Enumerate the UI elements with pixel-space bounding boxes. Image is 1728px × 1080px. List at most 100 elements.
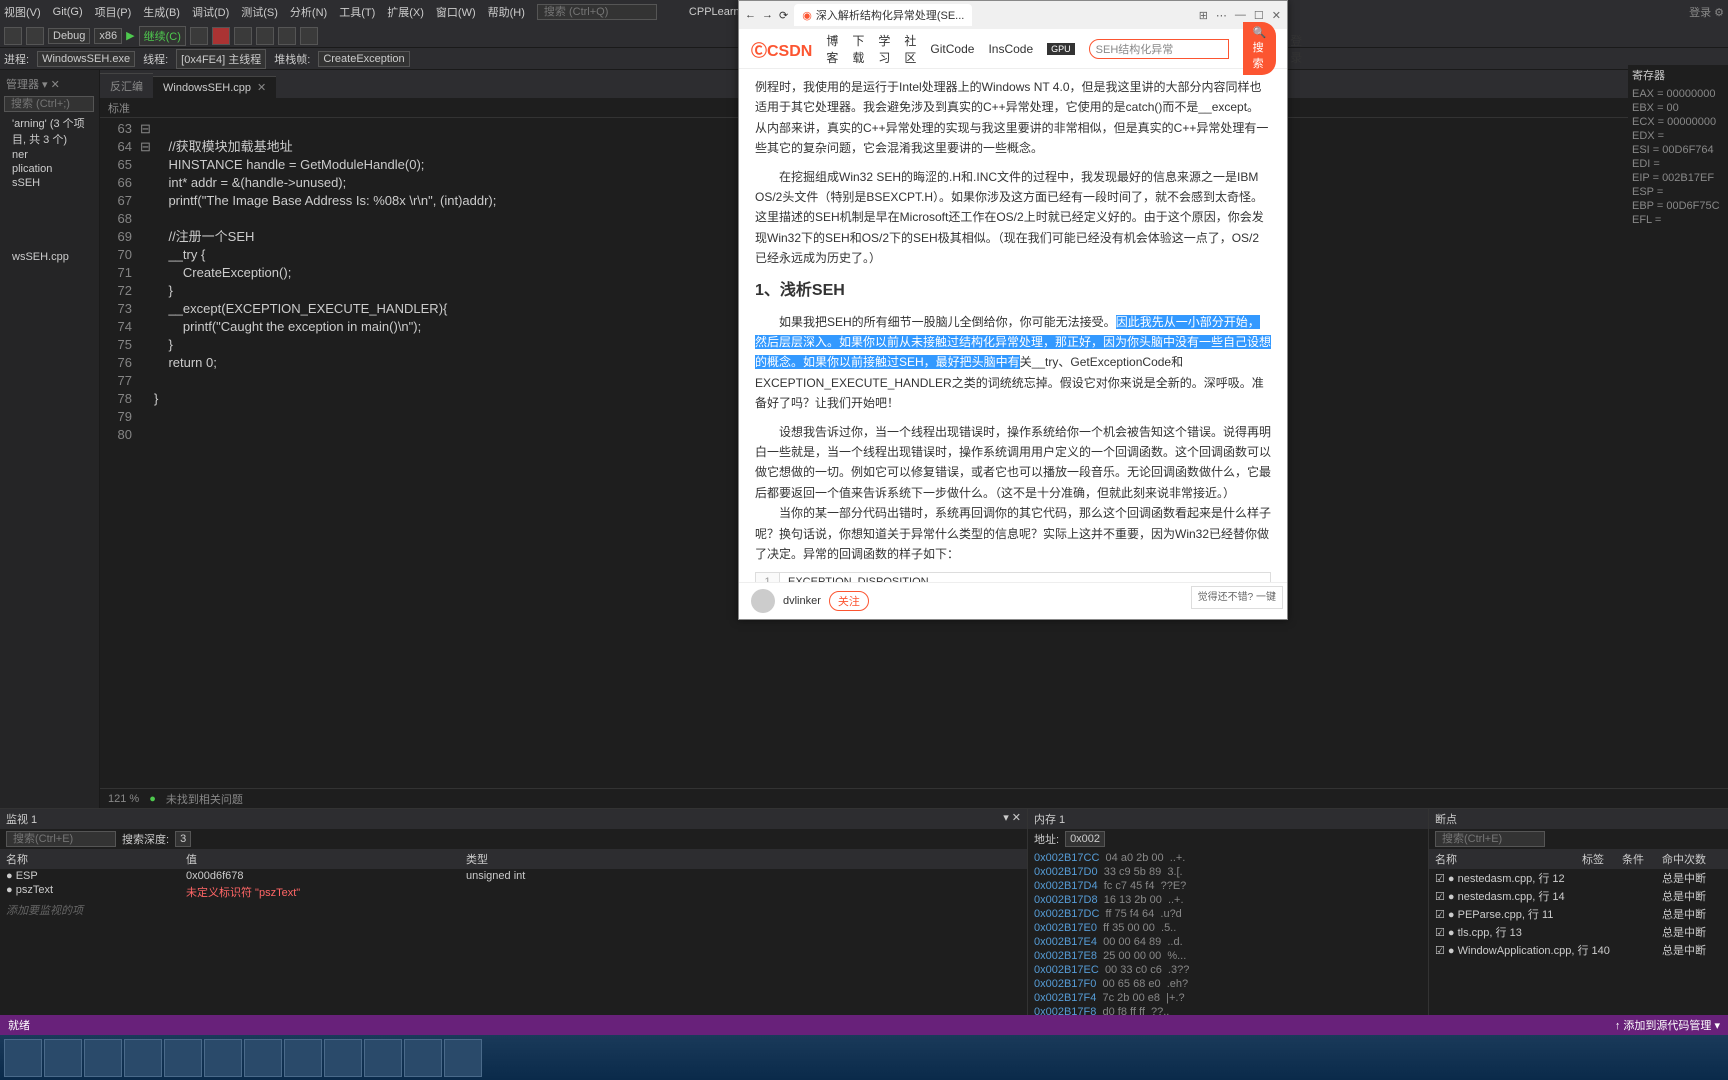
watch-row[interactable]: ● ESP 0x00d6f678 unsigned int — [0, 869, 1027, 883]
nav-gitcode[interactable]: GitCode — [930, 42, 974, 56]
task-icon[interactable] — [364, 1039, 402, 1077]
panel-controls[interactable]: ▾ ✕ — [1003, 811, 1021, 827]
process-label: 进程: — [4, 51, 29, 67]
restart-icon[interactable] — [234, 27, 252, 45]
col-value[interactable]: 值 — [186, 851, 466, 867]
tab-disasm[interactable]: 反汇编 — [100, 73, 153, 98]
close-icon[interactable]: ✕ — [257, 81, 266, 94]
author-name[interactable]: dvlinker — [783, 595, 821, 607]
nav-community[interactable]: 社区 — [904, 32, 916, 66]
csdn-search-input[interactable] — [1089, 39, 1229, 59]
task-icon[interactable] — [164, 1039, 202, 1077]
csdn-logo[interactable]: ⒸCSDN — [751, 37, 812, 61]
task-icon[interactable] — [124, 1039, 162, 1077]
bp-col-name[interactable]: 名称 — [1435, 851, 1582, 867]
solution-node[interactable]: 'arning' (3 个项目, 共 3 个) — [4, 114, 95, 148]
crumb-left[interactable]: 标准 — [108, 100, 130, 115]
bp-col-cond2[interactable]: 条件 — [1622, 851, 1662, 867]
reload-icon[interactable]: ⟳ — [779, 9, 788, 22]
watch-row[interactable]: ● pszText 未定义标识符 "pszText" — [0, 883, 1027, 901]
bp-row[interactable]: ☑ ● WindowApplication.cpp, 行 140总是中断 — [1429, 941, 1728, 959]
close-icon[interactable]: ✕ — [1272, 9, 1281, 22]
start-icon[interactable] — [4, 1039, 42, 1077]
platform-combo[interactable]: x86 — [94, 28, 122, 44]
tab-source[interactable]: WindowsSEH.cpp✕ — [153, 76, 276, 98]
menu-test[interactable]: 测试(S) — [241, 4, 278, 20]
tree-item[interactable]: plication — [4, 162, 95, 176]
menu-icon[interactable]: ⋯ — [1216, 9, 1227, 22]
menu-build[interactable]: 生成(B) — [143, 4, 180, 20]
config-combo[interactable]: Debug — [48, 28, 90, 44]
menu-window[interactable]: 窗口(W) — [436, 4, 476, 20]
task-icon[interactable] — [284, 1039, 322, 1077]
thread-combo[interactable]: [0x4FE4] 主线程 — [176, 49, 266, 69]
nav-back-icon[interactable]: ← — [745, 9, 756, 21]
nav-fwd-icon[interactable]: → — [762, 9, 773, 21]
tree-item[interactable]: ner — [4, 148, 95, 162]
browser-tab[interactable]: ◉深入解析结构化异常处理(SE... — [794, 4, 972, 26]
menu-analyze[interactable]: 分析(N) — [290, 4, 327, 20]
search-input[interactable] — [537, 4, 657, 20]
bp-row[interactable]: ☑ ● nestedasm.cpp, 行 12总是中断 — [1429, 869, 1728, 887]
process-combo[interactable]: WindowsSEH.exe — [37, 51, 135, 67]
task-icon[interactable] — [244, 1039, 282, 1077]
browser-chrome: ← → ⟳ ◉深入解析结构化异常处理(SE... ⊞ ⋯ — ☐ ✕ — [739, 1, 1287, 29]
tree-item[interactable]: sSEH — [4, 176, 95, 190]
login-link[interactable]: 登录 — [1290, 32, 1302, 66]
menu-ext[interactable]: 扩展(X) — [387, 4, 424, 20]
nav-back-icon[interactable] — [4, 27, 22, 45]
bp-row[interactable]: ☑ ● tls.cpp, 行 13总是中断 — [1429, 923, 1728, 941]
menu-help[interactable]: 帮助(H) — [488, 4, 525, 20]
signin-link[interactable]: 登录 ⚙ — [1689, 4, 1724, 20]
avatar[interactable] — [751, 589, 775, 613]
tree-item[interactable]: wsSEH.cpp — [4, 250, 95, 264]
bp-search[interactable] — [1435, 831, 1545, 847]
nav-learn[interactable]: 学习 — [878, 32, 890, 66]
task-icon[interactable] — [204, 1039, 242, 1077]
maximize-icon[interactable]: ☐ — [1254, 9, 1264, 22]
col-name[interactable]: 名称 — [6, 851, 186, 867]
nav-fwd-icon[interactable] — [26, 27, 44, 45]
register-row: ECX = 00000000 EDX = — [1632, 115, 1724, 143]
menu-tools[interactable]: 工具(T) — [339, 4, 375, 20]
nav-inscode[interactable]: InsCode — [988, 42, 1033, 56]
addr-input[interactable]: 0x002 — [1065, 831, 1105, 847]
bp-row[interactable]: ☑ ● PEParse.cpp, 行 11总是中断 — [1429, 905, 1728, 923]
code-block: 1EXCEPTION_DISPOSITION2__cdecl _except_h… — [755, 572, 1271, 582]
task-icon[interactable] — [444, 1039, 482, 1077]
task-icon[interactable] — [84, 1039, 122, 1077]
bp-row[interactable]: ☑ ● nestedasm.cpp, 行 14总是中断 — [1429, 887, 1728, 905]
menu-git[interactable]: Git(G) — [53, 6, 83, 18]
bp-col-cond[interactable]: 标签 — [1582, 851, 1622, 867]
zoom-level[interactable]: 121 % — [108, 793, 139, 805]
source-control-link[interactable]: ↑ 添加到源代码管理 ▾ — [1615, 1017, 1720, 1033]
watch-add[interactable]: 添加要监视的项 — [0, 901, 1027, 919]
depth-combo[interactable]: 3 — [175, 831, 191, 847]
step-into-icon[interactable] — [278, 27, 296, 45]
stop-icon[interactable] — [212, 27, 230, 45]
menu-debug[interactable]: 调试(D) — [192, 4, 229, 20]
continue-button[interactable]: 继续(C) — [139, 26, 186, 46]
follow-button[interactable]: 关注 — [829, 591, 869, 611]
task-icon[interactable] — [404, 1039, 442, 1077]
minimize-icon[interactable]: — — [1235, 9, 1246, 22]
task-icon[interactable] — [324, 1039, 362, 1077]
menu-project[interactable]: 项目(P) — [95, 4, 132, 20]
nav-blog[interactable]: 博客 — [826, 32, 838, 66]
step-over-icon[interactable] — [256, 27, 274, 45]
pause-icon[interactable] — [190, 27, 208, 45]
menu-view[interactable]: 视图(V) — [4, 4, 41, 20]
extensions-icon[interactable]: ⊞ — [1199, 9, 1208, 22]
taskbar — [0, 1035, 1728, 1080]
bp-col-hit[interactable]: 命中次数 — [1662, 851, 1722, 867]
csdn-search-button[interactable]: 🔍 搜索 — [1243, 22, 1277, 75]
watch-search[interactable] — [6, 831, 116, 847]
frame-combo[interactable]: CreateException — [318, 51, 409, 67]
col-type[interactable]: 类型 — [466, 851, 1021, 867]
task-icon[interactable] — [44, 1039, 82, 1077]
step-out-icon[interactable] — [300, 27, 318, 45]
solution-explorer: 管理器 ▾ ✕ 'arning' (3 个项目, 共 3 个) ner plic… — [0, 70, 100, 808]
nav-download[interactable]: 下载 — [852, 32, 864, 66]
solution-search[interactable] — [4, 96, 94, 112]
article-para: 在挖掘组成Win32 SEH的晦涩的.H和.INC文件的过程中，我发现最好的信息… — [755, 167, 1271, 269]
